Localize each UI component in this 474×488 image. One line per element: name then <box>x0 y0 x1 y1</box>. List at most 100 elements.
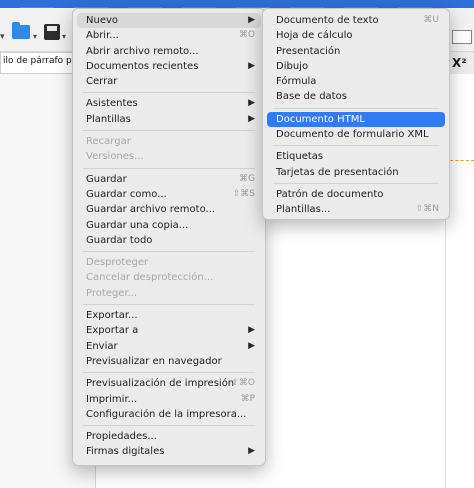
app-menubar <box>0 0 474 8</box>
submenu-item-documento-html[interactable]: Documento HTML <box>267 111 445 128</box>
submenu-item-formulario-xml[interactable]: Documento de formulario XML <box>267 127 445 142</box>
menu-item-guardar-como[interactable]: Guardar como... ⇧⌘S <box>77 187 261 202</box>
menu-separator <box>83 251 255 253</box>
menu-item-label: Abrir archivo remoto... <box>86 45 199 57</box>
menu-item-label: Proteger... <box>86 287 138 299</box>
shortcut-label: ⌘P <box>240 393 255 404</box>
menu-item-label: Documento de texto <box>276 15 379 26</box>
menu-separator <box>273 107 439 109</box>
submenu-item-dibujo[interactable]: Dibujo <box>267 59 445 74</box>
menu-item-label: Guardar todo <box>86 234 153 246</box>
menu-item-guardar-copia[interactable]: Guardar una copia... <box>77 218 261 233</box>
menu-item-label: Guardar una copia... <box>86 219 189 231</box>
menu-item-label: Enviar <box>86 340 118 352</box>
menu-item-label: Exportar a <box>86 325 139 337</box>
shortcut-label: ⇧⌘S <box>232 188 255 199</box>
menu-item-documentos-recientes[interactable]: Documentos recientes ▶ <box>77 59 261 74</box>
chevron-down-icon[interactable]: ▾ <box>33 32 37 41</box>
shortcut-label: ⇧⌘N <box>415 204 439 215</box>
menu-item-label: Base de datos <box>276 91 347 103</box>
submenu-item-base-datos[interactable]: Base de datos <box>267 89 445 104</box>
chevron-right-icon: ▶ <box>248 325 255 336</box>
submenu-item-formula[interactable]: Fórmula <box>267 74 445 89</box>
menu-item-imprimir[interactable]: Imprimir... ⌘P <box>77 392 261 407</box>
menu-item-exportar-a[interactable]: Exportar a ▶ <box>77 323 261 338</box>
menu-item-label: Abrir... <box>86 30 119 42</box>
menu-item-label: Nuevo <box>86 15 119 26</box>
menu-item-enviar[interactable]: Enviar ▶ <box>77 339 261 354</box>
menu-item-label: Desproteger <box>86 257 149 269</box>
menu-separator <box>273 145 439 147</box>
menu-item-desproteger: Desproteger <box>77 255 261 270</box>
menu-item-label: Hoja de cálculo <box>276 30 353 42</box>
menu-item-label: Guardar <box>86 173 127 185</box>
open-folder-icon[interactable] <box>12 22 30 39</box>
menu-item-abrir[interactable]: Abrir... ⌘O <box>77 28 261 43</box>
superscript-icon[interactable]: X² <box>452 56 467 70</box>
menu-item-exportar[interactable]: Exportar... <box>77 308 261 323</box>
menu-item-label: Asistentes <box>86 98 138 110</box>
menu-item-plantillas[interactable]: Plantillas ▶ <box>77 112 261 127</box>
menu-separator <box>83 425 255 427</box>
new-submenu: Documento de texto ⌘U Hoja de cálculo Pre… <box>262 8 450 220</box>
chevron-right-icon: ▶ <box>248 15 255 25</box>
menu-item-previsualizacion-impresion[interactable]: Previsualización de impresión ⇧⌘O <box>77 376 261 391</box>
menu-item-asistentes[interactable]: Asistentes ▶ <box>77 96 261 111</box>
menu-item-configuracion-impresora[interactable]: Configuración de la impresora... <box>77 407 261 422</box>
submenu-item-hoja-calculo[interactable]: Hoja de cálculo <box>267 28 445 43</box>
menu-separator <box>83 304 255 306</box>
menu-item-label: Fórmula <box>276 76 317 88</box>
submenu-item-patron-documento[interactable]: Patrón de documento <box>267 187 445 202</box>
menu-item-label: Firmas digitales <box>86 446 165 458</box>
shortcut-label: ⌘G <box>239 173 255 184</box>
save-floppy-icon[interactable] <box>44 24 60 40</box>
menu-item-previsualizar-navegador[interactable]: Previsualizar en navegador <box>77 354 261 369</box>
menu-item-label: Versiones... <box>86 151 144 163</box>
menu-item-label: Presentación <box>276 45 341 57</box>
menu-separator <box>83 372 255 374</box>
submenu-item-etiquetas[interactable]: Etiquetas <box>267 149 445 164</box>
menu-item-label: Cerrar <box>86 76 118 88</box>
submenu-item-presentacion[interactable]: Presentación <box>267 44 445 59</box>
shortcut-label: ⌘O <box>238 30 255 41</box>
chevron-down-icon[interactable]: ▾ <box>62 32 66 41</box>
menu-item-cancelar-desproteccion: Cancelar desprotección... <box>77 270 261 285</box>
menu-item-label: Previsualización de impresión <box>86 378 235 390</box>
menu-item-label: Guardar como... <box>86 188 167 200</box>
frame-icon[interactable] <box>452 30 472 44</box>
menu-item-label: Imprimir... <box>86 393 138 405</box>
menu-item-recargar: Recargar <box>77 134 261 149</box>
menu-item-label: Documento HTML <box>276 113 365 125</box>
menu-item-label: Cancelar desprotección... <box>86 272 214 284</box>
menu-item-label: Propiedades... <box>86 431 157 443</box>
chevron-right-icon: ▶ <box>248 446 255 457</box>
menu-item-label: Documento de formulario XML <box>276 129 429 141</box>
chevron-right-icon: ▶ <box>248 60 255 71</box>
menu-item-guardar-remoto[interactable]: Guardar archivo remoto... <box>77 202 261 217</box>
menu-item-label: Recargar <box>86 136 131 148</box>
shortcut-label: ⌘U <box>423 15 439 25</box>
menu-item-guardar-todo[interactable]: Guardar todo <box>77 233 261 248</box>
menu-separator <box>83 92 255 94</box>
chevron-right-icon: ▶ <box>248 113 255 124</box>
menu-item-guardar[interactable]: Guardar ⌘G <box>77 172 261 187</box>
menu-item-label: Documentos recientes <box>86 60 199 72</box>
menu-item-propiedades[interactable]: Propiedades... <box>77 429 261 444</box>
menu-item-label: Guardar archivo remoto... <box>86 204 216 216</box>
submenu-item-tarjetas-presentacion[interactable]: Tarjetas de presentación <box>267 165 445 180</box>
dropdown-arrow-icon[interactable]: ▾ <box>0 32 5 42</box>
menu-item-label: Plantillas <box>86 113 131 125</box>
submenu-item-documento-texto[interactable]: Documento de texto ⌘U <box>267 13 445 28</box>
submenu-item-plantillas[interactable]: Plantillas... ⇧⌘N <box>267 202 445 217</box>
menu-item-versiones: Versiones... <box>77 149 261 164</box>
menu-item-label: Tarjetas de presentación <box>276 166 399 178</box>
menu-separator <box>83 167 255 169</box>
menu-separator <box>273 182 439 184</box>
menu-item-abrir-remoto[interactable]: Abrir archivo remoto... <box>77 44 261 59</box>
paragraph-style-box[interactable]: ilo de párrafo pre <box>0 52 74 74</box>
menu-item-label: Plantillas... <box>276 204 331 216</box>
menu-item-label: Configuración de la impresora... <box>86 408 247 420</box>
menu-item-firmas-digitales[interactable]: Firmas digitales ▶ <box>77 444 261 459</box>
menu-item-nuevo[interactable]: Nuevo ▶ <box>77 13 261 29</box>
menu-item-cerrar[interactable]: Cerrar <box>77 74 261 89</box>
